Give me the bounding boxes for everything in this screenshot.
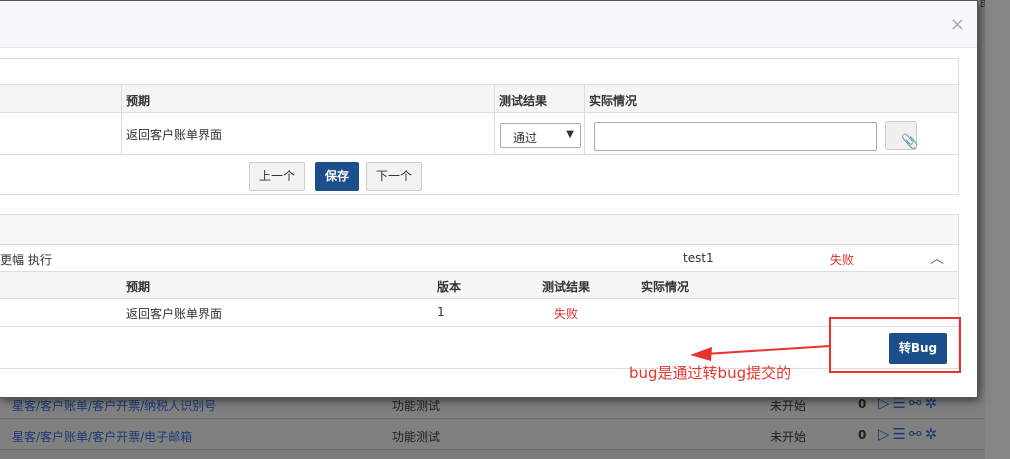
case-status: 未开始 <box>770 430 807 444</box>
case-type: 功能测试 <box>392 399 441 413</box>
save-button[interactable]: 保存 <box>315 162 359 191</box>
header-result: 测试结果 <box>499 94 548 108</box>
attachment-button[interactable]: 📎 <box>885 121 918 150</box>
list-icon[interactable]: ☰ <box>893 425 906 443</box>
run-name: 更幅 执行 <box>0 253 52 267</box>
annotation-text: bug是通过转bug提交的 <box>629 364 792 382</box>
result-select[interactable]: 通过 ▼ <box>500 123 581 148</box>
header-actual: 实际情况 <box>589 94 638 108</box>
case-type: 功能测试 <box>392 430 441 444</box>
prev-button[interactable]: 上一个 <box>249 162 305 191</box>
case-count: 0 <box>858 428 867 442</box>
chevron-up-icon[interactable]: ︿ <box>930 248 944 268</box>
annotation-highlight-box <box>829 317 961 373</box>
case-status: 未开始 <box>770 399 807 413</box>
play-icon[interactable]: ▷ <box>878 425 890 443</box>
run-record-row[interactable]: 更幅 执行 test1 失败 ︿ <box>0 245 958 272</box>
history-panel-header <box>0 215 958 245</box>
header-result: 测试结果 <box>542 280 591 294</box>
history-panel: 更幅 执行 test1 失败 ︿ 预期 版本 测试结果 实际情况 返回客户账单界… <box>0 214 959 369</box>
next-button[interactable]: 下一个 <box>366 162 422 191</box>
case-title-link[interactable]: 星客/客户账单/客户开票/电子邮箱 <box>12 428 192 445</box>
actual-result-textarea[interactable] <box>594 122 877 151</box>
history-table-header: 预期 版本 测试结果 实际情况 <box>0 272 958 299</box>
run-executor: test1 <box>683 251 714 265</box>
paperclip-icon: 📎 <box>901 134 919 150</box>
row-actions: ▷ ☰ ⚯ ✲ <box>878 425 937 443</box>
run-result: 失败 <box>830 253 855 267</box>
step-table-header: 预期 测试结果 实际情况 <box>0 85 958 113</box>
table-row: 返回客户账单界面 通过 ▼ 📎 <box>0 113 958 155</box>
close-icon[interactable]: × <box>950 16 965 34</box>
case-count: 0 <box>858 397 867 411</box>
modal-header <box>0 1 977 48</box>
table-row: 返回客户账单界面 1 失败 <box>0 299 958 327</box>
expected-text: 返回客户账单界面 <box>126 307 223 321</box>
result-select-value: 通过 <box>513 131 538 145</box>
result-text: 失败 <box>554 307 579 321</box>
header-expected: 预期 <box>126 280 151 294</box>
header-expected: 预期 <box>126 94 151 108</box>
version-text: 1 <box>437 305 445 319</box>
expected-text: 返回客户账单界面 <box>126 128 223 142</box>
table-row[interactable]: 星客/客户账单/客户开票/电子邮箱 功能测试 未开始 0 ▷ ☰ ⚯ ✲ <box>0 420 985 450</box>
link-icon[interactable]: ⚯ <box>909 425 922 443</box>
bug-icon[interactable]: ✲ <box>925 425 938 443</box>
header-actual: 实际情况 <box>641 280 690 294</box>
caret-down-icon: ▼ <box>566 129 574 140</box>
step-panel-header <box>0 59 958 85</box>
case-title-link[interactable]: 星客/客户账单/客户开票/纳税人识别号 <box>12 397 216 414</box>
page-scrollbar[interactable] <box>985 0 1010 459</box>
step-panel: 预期 测试结果 实际情况 返回客户账单界面 通过 ▼ 📎 上一个 保存 下一个 <box>0 58 959 195</box>
header-version: 版本 <box>437 280 462 294</box>
